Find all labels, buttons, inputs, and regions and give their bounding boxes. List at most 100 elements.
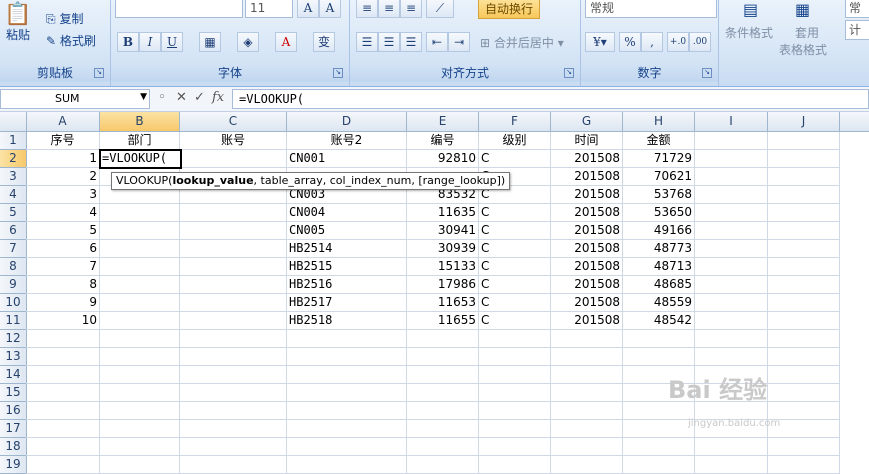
- shrink-font-button[interactable]: A: [319, 0, 341, 18]
- format-painter-button[interactable]: ✎ 格式刷: [46, 32, 96, 49]
- row-header-8[interactable]: 8: [0, 258, 27, 276]
- cell-f11[interactable]: C: [479, 312, 551, 330]
- cell-c17[interactable]: [180, 420, 287, 438]
- cell-h2[interactable]: 71729: [623, 150, 695, 168]
- cell-i12[interactable]: [695, 330, 768, 348]
- cell-f13[interactable]: [479, 348, 551, 366]
- cell-h11[interactable]: 48542: [623, 312, 695, 330]
- wrap-text-button[interactable]: 自动换行: [478, 0, 541, 19]
- cell-b11[interactable]: [100, 312, 180, 330]
- cell-i5[interactable]: [695, 204, 768, 222]
- cell-d7[interactable]: HB2514: [287, 240, 407, 258]
- cell-g6[interactable]: 201508: [551, 222, 623, 240]
- row-header-13[interactable]: 13: [0, 348, 27, 366]
- row-header-14[interactable]: 14: [0, 366, 27, 384]
- row-header-15[interactable]: 15: [0, 384, 27, 402]
- cell-g8[interactable]: 201508: [551, 258, 623, 276]
- cell-a11[interactable]: 10: [26, 312, 100, 330]
- cell-j1[interactable]: [768, 132, 840, 150]
- align-right-icon[interactable]: ☰: [400, 32, 422, 52]
- cell-d12[interactable]: [287, 330, 407, 348]
- grow-font-button[interactable]: A: [297, 0, 319, 18]
- cell-j18[interactable]: [768, 438, 840, 456]
- cell-f7[interactable]: C: [479, 240, 551, 258]
- comma-button[interactable]: ,: [641, 32, 663, 52]
- cell-h7[interactable]: 48773: [623, 240, 695, 258]
- format-as-table-button-line2[interactable]: 表格格式: [779, 41, 827, 58]
- cell-e10[interactable]: 11653: [407, 294, 479, 312]
- cell-j5[interactable]: [768, 204, 840, 222]
- cell-c19[interactable]: [180, 456, 287, 474]
- cell-f14[interactable]: [479, 366, 551, 384]
- font-launcher-icon[interactable]: ↘: [333, 68, 343, 78]
- cell-h10[interactable]: 48559: [623, 294, 695, 312]
- paste-icon[interactable]: 📋: [4, 2, 31, 27]
- number-format-select[interactable]: 常规: [585, 0, 717, 18]
- cell-f2[interactable]: C: [479, 150, 551, 168]
- cell-f1[interactable]: 级别: [479, 132, 551, 150]
- align-left-icon[interactable]: ☰: [356, 32, 378, 52]
- align-bottom-icon[interactable]: ≡: [400, 0, 422, 18]
- cell-j8[interactable]: [768, 258, 840, 276]
- font-size-field[interactable]: 11: [245, 0, 293, 18]
- clipboard-launcher-icon[interactable]: ↘: [94, 68, 104, 78]
- column-header-h[interactable]: H: [623, 112, 695, 131]
- cell-i3[interactable]: [695, 168, 768, 186]
- cell-f18[interactable]: [479, 438, 551, 456]
- cell-i6[interactable]: [695, 222, 768, 240]
- underline-button[interactable]: U: [161, 32, 183, 52]
- cell-i19[interactable]: [695, 456, 768, 474]
- cell-style-calc[interactable]: 计: [845, 20, 869, 40]
- row-header-1[interactable]: 1: [0, 132, 27, 150]
- cell-j12[interactable]: [768, 330, 840, 348]
- column-header-b[interactable]: B: [100, 112, 180, 131]
- cell-j7[interactable]: [768, 240, 840, 258]
- cell-a9[interactable]: 8: [26, 276, 100, 294]
- cell-e7[interactable]: 30939: [407, 240, 479, 258]
- percent-button[interactable]: %: [619, 32, 641, 52]
- cell-i10[interactable]: [695, 294, 768, 312]
- row-header-17[interactable]: 17: [0, 420, 27, 438]
- cell-h12[interactable]: [623, 330, 695, 348]
- row-header-18[interactable]: 18: [0, 438, 27, 456]
- border-button[interactable]: ▦: [199, 32, 221, 52]
- copy-button[interactable]: ⎘ 复制: [46, 10, 83, 27]
- cell-g18[interactable]: [551, 438, 623, 456]
- cell-e16[interactable]: [407, 402, 479, 420]
- cell-a6[interactable]: 5: [26, 222, 100, 240]
- cell-e15[interactable]: [407, 384, 479, 402]
- cell-j9[interactable]: [768, 276, 840, 294]
- cell-d10[interactable]: HB2517: [287, 294, 407, 312]
- cell-j19[interactable]: [768, 456, 840, 474]
- cell-h6[interactable]: 49166: [623, 222, 695, 240]
- cell-f19[interactable]: [479, 456, 551, 474]
- cell-b12[interactable]: [100, 330, 180, 348]
- cell-b1[interactable]: 部门: [100, 132, 180, 150]
- cell-a1[interactable]: 序号: [26, 132, 100, 150]
- cell-b8[interactable]: [100, 258, 180, 276]
- cell-a5[interactable]: 4: [26, 204, 100, 222]
- cell-f8[interactable]: C: [479, 258, 551, 276]
- italic-button[interactable]: I: [139, 32, 161, 52]
- cell-b7[interactable]: [100, 240, 180, 258]
- cell-f16[interactable]: [479, 402, 551, 420]
- row-header-2[interactable]: 2: [0, 150, 27, 168]
- conditional-format-button[interactable]: 条件格式: [725, 24, 773, 41]
- cell-d5[interactable]: CN004: [287, 204, 407, 222]
- cell-a14[interactable]: [26, 366, 100, 384]
- cell-b10[interactable]: [100, 294, 180, 312]
- cell-b13[interactable]: [100, 348, 180, 366]
- cell-f10[interactable]: C: [479, 294, 551, 312]
- cell-a8[interactable]: 7: [26, 258, 100, 276]
- cell-d6[interactable]: CN005: [287, 222, 407, 240]
- cell-g2[interactable]: 201508: [551, 150, 623, 168]
- cell-g4[interactable]: 201508: [551, 186, 623, 204]
- cell-c1[interactable]: 账号: [180, 132, 287, 150]
- cell-c2[interactable]: [180, 150, 287, 168]
- cell-g16[interactable]: [551, 402, 623, 420]
- cell-h3[interactable]: 70621: [623, 168, 695, 186]
- cell-f15[interactable]: [479, 384, 551, 402]
- cell-j11[interactable]: [768, 312, 840, 330]
- cell-c15[interactable]: [180, 384, 287, 402]
- cell-j6[interactable]: [768, 222, 840, 240]
